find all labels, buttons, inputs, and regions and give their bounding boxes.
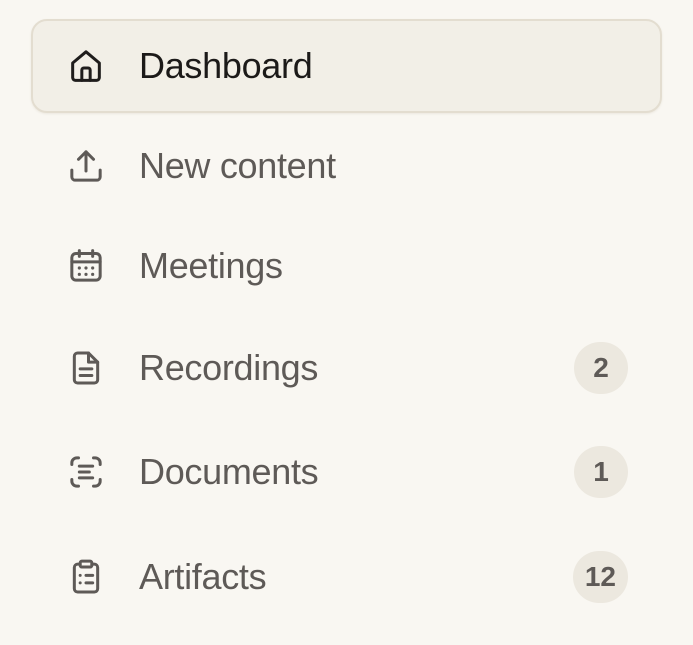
sidebar-item-label: New content	[139, 145, 336, 186]
count-badge: 2	[574, 342, 628, 394]
document-icon	[66, 348, 106, 388]
sidebar-item-label: Dashboard	[139, 45, 313, 86]
sidebar-item-label: Artifacts	[139, 556, 267, 597]
calendar-icon	[66, 246, 106, 286]
sidebar-item-label: Meetings	[139, 245, 283, 286]
sidebar-item-recordings[interactable]: Recordings 2	[31, 321, 662, 415]
sidebar-item-label: Documents	[139, 451, 319, 492]
count-badge: 12	[572, 551, 628, 603]
sidebar-item-documents[interactable]: Documents 1	[31, 425, 662, 519]
clipboard-list-icon	[66, 557, 106, 597]
sidebar-item-new-content[interactable]: New content	[31, 119, 662, 213]
sidebar-item-artifacts[interactable]: Artifacts 12	[31, 530, 662, 624]
sidebar-item-meetings[interactable]: Meetings	[31, 219, 662, 313]
sidebar-item-dashboard[interactable]: Dashboard	[31, 19, 662, 113]
upload-icon	[66, 146, 106, 186]
sidebar-item-label: Recordings	[139, 347, 319, 388]
sidebar-nav: Dashboard New content Meetings Recording…	[0, 0, 693, 645]
count-badge: 1	[574, 446, 628, 498]
scan-text-icon	[66, 452, 106, 492]
home-icon	[66, 46, 106, 86]
